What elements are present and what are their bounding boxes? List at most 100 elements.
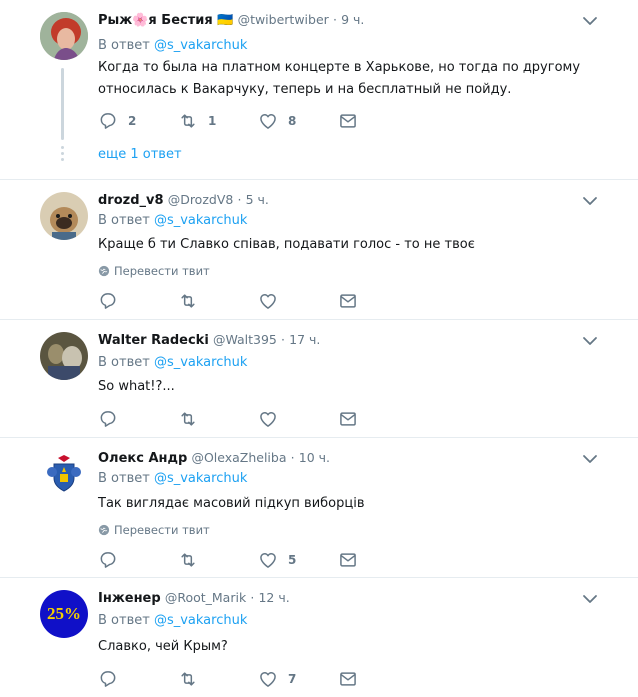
tweet-4[interactable]: Олекс Андр @OlexaZheliba · 10 ч. В ответ… bbox=[0, 438, 638, 578]
reply-count: 2 bbox=[128, 114, 137, 128]
author-name[interactable]: Інженер bbox=[98, 591, 161, 606]
retweet-icon bbox=[178, 291, 198, 311]
reply-button[interactable] bbox=[98, 550, 128, 570]
retweet-button[interactable]: 1 bbox=[178, 111, 216, 131]
heart-icon bbox=[258, 550, 278, 570]
translate-label: Перевести твит bbox=[114, 523, 210, 537]
chevron-down-icon[interactable] bbox=[582, 195, 598, 207]
envelope-icon bbox=[338, 669, 358, 689]
reply-context: В ответ @s_vakarchuk bbox=[98, 354, 247, 372]
tweet-3[interactable]: Walter Radecki @Walt395 · 17 ч. В ответ … bbox=[0, 320, 638, 438]
retweet-icon bbox=[178, 409, 198, 429]
reply-button[interactable] bbox=[98, 409, 128, 429]
reply-button[interactable] bbox=[98, 291, 128, 311]
author-handle[interactable]: @Root_Marik bbox=[165, 590, 246, 605]
avatar[interactable] bbox=[40, 332, 88, 380]
tweet-time[interactable]: 9 ч. bbox=[341, 12, 364, 27]
avatar[interactable]: 25% bbox=[40, 590, 88, 638]
separator-dot: · bbox=[250, 590, 255, 605]
reply-prefix: В ответ bbox=[98, 213, 150, 228]
separator-dot: · bbox=[290, 450, 295, 465]
envelope-icon bbox=[338, 550, 358, 570]
avatar-badge-text: 25% bbox=[47, 604, 81, 623]
tweet-text: Славко, чей Крым? bbox=[98, 639, 228, 654]
translate-link[interactable]: Перевести твит bbox=[98, 522, 210, 538]
retweet-button[interactable] bbox=[178, 669, 208, 689]
reply-icon bbox=[98, 291, 118, 311]
separator-dot: · bbox=[332, 12, 337, 27]
direct-message-button[interactable] bbox=[338, 291, 358, 311]
thread-line bbox=[61, 68, 64, 140]
tweet-time[interactable]: 5 ч. bbox=[246, 192, 269, 207]
tweet-5[interactable]: 25% Інженер @Root_Marik · 12 ч. В ответ … bbox=[0, 578, 638, 697]
avatar[interactable] bbox=[40, 450, 88, 498]
author-name[interactable]: Рыж🌸я Бестия 🇺🇦 bbox=[98, 13, 233, 28]
chevron-down-icon[interactable] bbox=[582, 335, 598, 347]
author-handle[interactable]: @Walt395 bbox=[213, 332, 277, 347]
heart-icon bbox=[258, 291, 278, 311]
like-count: 8 bbox=[288, 114, 297, 128]
like-button[interactable] bbox=[258, 291, 288, 311]
more-replies-link[interactable]: еще 1 ответ bbox=[98, 147, 182, 162]
author-handle[interactable]: @twibertwiber bbox=[238, 12, 329, 27]
reply-mention[interactable]: @s_vakarchuk bbox=[154, 471, 247, 486]
author-handle[interactable]: @DrozdV8 bbox=[168, 192, 234, 207]
heart-icon bbox=[258, 669, 278, 689]
direct-message-button[interactable] bbox=[338, 409, 358, 429]
reply-icon bbox=[98, 111, 118, 131]
tweet-text: Краще б ти Славко співав, подавати голос… bbox=[98, 237, 475, 252]
retweet-button[interactable] bbox=[178, 409, 208, 429]
envelope-icon bbox=[338, 291, 358, 311]
chevron-down-icon[interactable] bbox=[582, 453, 598, 465]
reply-mention[interactable]: @s_vakarchuk bbox=[154, 38, 247, 53]
tweet-header: drozd_v8 @DrozdV8 · 5 ч. bbox=[98, 191, 269, 210]
heart-icon bbox=[258, 111, 278, 131]
tweet-time[interactable]: 10 ч. bbox=[299, 450, 330, 465]
separator-dot: · bbox=[237, 192, 242, 207]
like-count: 7 bbox=[288, 672, 297, 686]
reply-icon bbox=[98, 550, 118, 570]
thread-dots bbox=[61, 146, 64, 164]
reply-button[interactable] bbox=[98, 669, 128, 689]
tweet-2[interactable]: drozd_v8 @DrozdV8 · 5 ч. В ответ @s_vaka… bbox=[0, 180, 638, 320]
reply-context: В ответ @s_vakarchuk bbox=[98, 37, 247, 55]
chevron-down-icon[interactable] bbox=[582, 15, 598, 27]
like-button[interactable]: 7 bbox=[258, 669, 296, 689]
author-name[interactable]: Олекс Андр bbox=[98, 451, 187, 466]
retweet-button[interactable] bbox=[178, 291, 208, 311]
direct-message-button[interactable] bbox=[338, 669, 358, 689]
tweet-text: Когда то была на платном концерте в Харь… bbox=[98, 60, 581, 97]
reply-prefix: В ответ bbox=[98, 613, 150, 628]
tweet-time[interactable]: 17 ч. bbox=[289, 332, 320, 347]
reply-context: В ответ @s_vakarchuk bbox=[98, 612, 247, 630]
like-count: 5 bbox=[288, 553, 297, 567]
tweet-header: Walter Radecki @Walt395 · 17 ч. bbox=[98, 331, 320, 350]
avatar[interactable] bbox=[40, 192, 88, 240]
author-name[interactable]: Walter Radecki bbox=[98, 333, 209, 348]
tweet-1[interactable]: Рыж🌸я Бестия 🇺🇦 @twibertwiber · 9 ч. В о… bbox=[0, 0, 638, 180]
chevron-down-icon[interactable] bbox=[582, 593, 598, 605]
like-button[interactable]: 5 bbox=[258, 550, 296, 570]
like-button[interactable] bbox=[258, 409, 288, 429]
like-button[interactable]: 8 bbox=[258, 111, 296, 131]
tweet-time[interactable]: 12 ч. bbox=[258, 590, 289, 605]
tweet-header: Олекс Андр @OlexaZheliba · 10 ч. bbox=[98, 449, 330, 468]
retweet-count: 1 bbox=[208, 114, 217, 128]
direct-message-button[interactable] bbox=[338, 550, 358, 570]
translate-link[interactable]: Перевести твит bbox=[98, 263, 210, 279]
author-name[interactable]: drozd_v8 bbox=[98, 193, 164, 208]
retweet-icon bbox=[178, 669, 198, 689]
direct-message-button[interactable] bbox=[338, 111, 358, 131]
author-handle[interactable]: @OlexaZheliba bbox=[191, 450, 286, 465]
tweet-header: Інженер @Root_Marik · 12 ч. bbox=[98, 589, 290, 608]
reply-mention[interactable]: @s_vakarchuk bbox=[154, 213, 247, 228]
retweet-button[interactable] bbox=[178, 550, 208, 570]
reply-prefix: В ответ bbox=[98, 355, 150, 370]
reply-mention[interactable]: @s_vakarchuk bbox=[154, 613, 247, 628]
reply-mention[interactable]: @s_vakarchuk bbox=[154, 355, 247, 370]
globe-icon bbox=[98, 524, 110, 536]
separator-dot: · bbox=[281, 332, 286, 347]
avatar[interactable] bbox=[40, 12, 88, 60]
envelope-icon bbox=[338, 111, 358, 131]
reply-button[interactable]: 2 bbox=[98, 111, 136, 131]
